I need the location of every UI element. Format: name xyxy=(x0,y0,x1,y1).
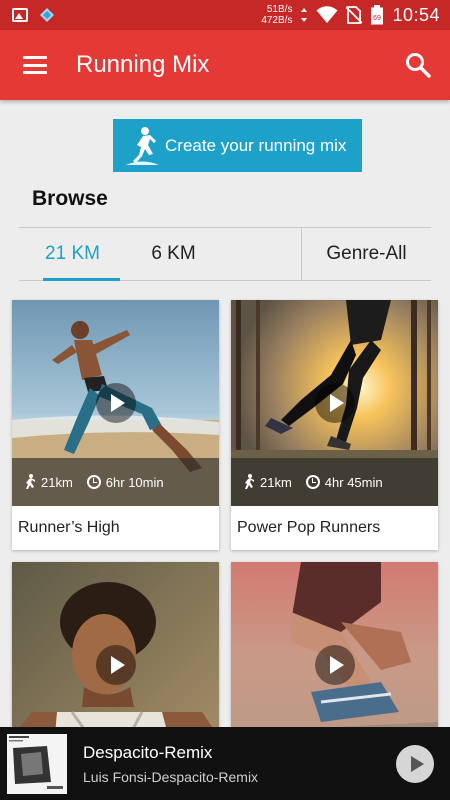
runner-small-icon xyxy=(245,474,254,489)
genre-filter[interactable]: Genre-All xyxy=(301,228,431,280)
distance-info: 21km xyxy=(22,474,73,490)
app-bar: Running Mix xyxy=(0,30,450,100)
playlist-card-power-pop-runners[interactable]: 21km 4hr 45min Power Pop Runners xyxy=(231,300,438,550)
browse-heading: Browse xyxy=(32,187,108,210)
playlist-card-runners-high[interactable]: 21km 6hr 10min Runner’s High xyxy=(12,300,219,550)
create-running-mix-button[interactable]: Create your running mix xyxy=(113,119,362,172)
duration-value: 4hr 45min xyxy=(324,474,383,490)
download-notification-icon xyxy=(40,8,54,22)
data-arrows-icon xyxy=(301,8,308,22)
battery-icon: 69 xyxy=(371,5,384,25)
track-info: Despacito-Remix Luis Fonsi-Despacito-Rem… xyxy=(83,743,258,785)
track-title: Despacito-Remix xyxy=(83,742,213,762)
play-icon[interactable] xyxy=(314,645,355,685)
no-sim-icon xyxy=(346,6,363,24)
playlist-cover-image: 21km 6hr 10min xyxy=(12,300,219,506)
distance-value: 21km xyxy=(260,474,292,490)
browse-tabs: 21 KM 6 KM Genre-All xyxy=(19,227,431,281)
track-artist: Luis Fonsi-Despacito-Remix xyxy=(83,768,259,785)
tab-6km[interactable]: 6 KM xyxy=(126,228,221,280)
net-up-speed: 51B/s xyxy=(266,4,293,15)
play-icon[interactable] xyxy=(95,645,136,685)
mini-player[interactable]: Despacito-Remix Luis Fonsi-Despacito-Rem… xyxy=(0,727,450,800)
album-cover-image xyxy=(7,733,67,794)
wifi-icon xyxy=(316,6,338,23)
clock-icon xyxy=(305,475,320,489)
distance-info: 21km xyxy=(241,474,292,490)
card-meta: 21km 4hr 45min xyxy=(231,458,438,506)
playlist-title: Runner’s High xyxy=(18,519,120,536)
play-icon[interactable] xyxy=(95,383,136,423)
playlist-cover-image: 21km 4hr 45min xyxy=(231,300,438,506)
playlist-title: Power Pop Runners xyxy=(237,519,381,536)
runner-icon xyxy=(126,126,159,165)
clock: 10:54 xyxy=(392,4,440,25)
search-icon[interactable] xyxy=(404,51,432,79)
play-icon[interactable] xyxy=(314,383,355,423)
duration-info: 6hr 10min xyxy=(86,474,164,490)
duration-value: 6hr 10min xyxy=(105,474,164,490)
net-down-speed: 472B/s xyxy=(261,15,293,26)
hamburger-menu-icon[interactable] xyxy=(23,56,47,74)
clock-icon xyxy=(86,475,101,489)
tab-21km[interactable]: 21 KM xyxy=(19,228,126,281)
status-bar: 51B/s 472B/s 69 10:54 xyxy=(0,0,450,30)
album-art xyxy=(7,733,67,794)
card-meta: 21km 6hr 10min xyxy=(12,458,219,506)
app-title: Running Mix xyxy=(76,51,210,78)
gallery-notification-icon xyxy=(12,8,28,22)
duration-info: 4hr 45min xyxy=(305,474,383,490)
player-play-button[interactable] xyxy=(396,744,434,783)
create-button-label: Create your running mix xyxy=(165,135,347,155)
network-speed: 51B/s 472B/s xyxy=(261,4,292,26)
distance-value: 21km xyxy=(41,474,73,490)
runner-small-icon xyxy=(26,474,35,489)
battery-level: 69 xyxy=(374,15,382,22)
